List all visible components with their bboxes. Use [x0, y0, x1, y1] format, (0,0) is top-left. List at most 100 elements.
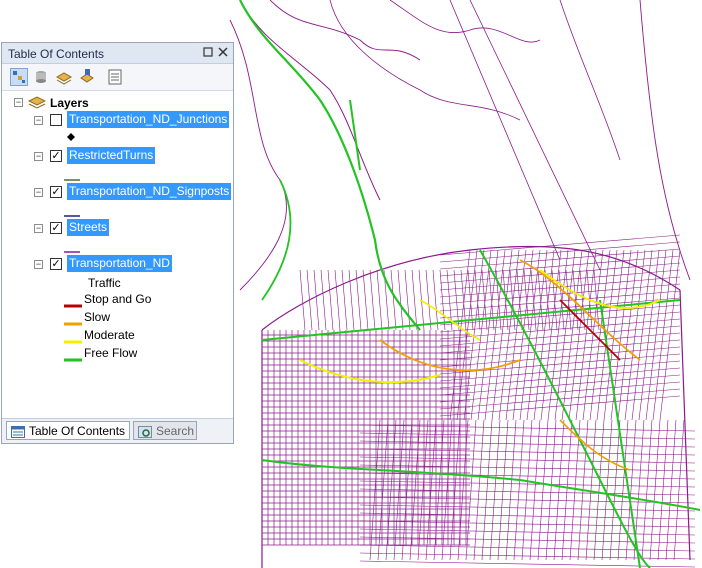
street-segment	[657, 419, 669, 561]
layer-tree: − Layers − Transportation_ND_Junctions −…	[2, 91, 233, 421]
street-segment	[497, 419, 509, 561]
legend-label: Free Flow	[84, 346, 138, 360]
road-path	[469, 0, 601, 271]
street-segment	[359, 544, 696, 552]
collapse-layers-toggle[interactable]: −	[14, 98, 23, 107]
toc-toolbar	[2, 64, 233, 91]
road-path	[261, 179, 292, 301]
street-network	[229, 0, 696, 568]
street-segment	[359, 424, 696, 432]
legend-label: Moderate	[84, 328, 135, 342]
layer-name[interactable]: RestrictedTurns	[67, 147, 156, 164]
street-segment	[425, 269, 432, 331]
road-path	[349, 99, 361, 171]
tab-label: Table Of Contents	[29, 424, 126, 438]
street-segment	[362, 269, 369, 331]
street-segment	[505, 419, 517, 561]
street-segment	[359, 472, 696, 480]
street-segment	[348, 269, 355, 331]
close-icon[interactable]	[217, 46, 229, 58]
layer-name[interactable]: Transportation_ND_Junctions	[67, 111, 230, 128]
tab-search[interactable]: Search	[133, 421, 197, 440]
street-segment	[432, 269, 439, 331]
tab-label: Search	[156, 424, 195, 438]
street-segment	[529, 419, 541, 561]
collapse-toggle[interactable]: −	[34, 188, 43, 197]
street-segment	[673, 419, 685, 561]
collapse-toggle[interactable]: −	[34, 224, 43, 233]
street-segment	[397, 269, 404, 331]
street-segment	[521, 419, 533, 561]
street-segment	[601, 419, 613, 561]
street-segment	[553, 419, 565, 561]
toc-title-bar[interactable]: Table Of Contents	[2, 43, 233, 64]
layer-name[interactable]: Transportation_ND	[67, 255, 172, 272]
layer-name[interactable]: Streets	[67, 219, 110, 236]
street-segment	[404, 269, 411, 331]
street-segment	[320, 269, 327, 331]
layer-checkbox[interactable]: ✓	[50, 186, 62, 198]
legend-swatch	[64, 297, 82, 311]
street-segment	[617, 419, 629, 561]
collapse-toggle[interactable]: −	[34, 116, 43, 125]
table-of-contents-window[interactable]: Table Of Contents − Layers − Transportat…	[1, 42, 234, 444]
street-segment	[341, 269, 348, 331]
layer-checkbox[interactable]: ✓	[50, 258, 62, 270]
road-path	[269, 0, 421, 61]
street-segment	[609, 419, 621, 561]
layer-name[interactable]: Transportation_ND_Signposts	[67, 183, 232, 200]
list-by-source-icon[interactable]	[32, 68, 50, 86]
street-segment	[665, 419, 677, 561]
list-by-selection-icon[interactable]	[78, 68, 96, 86]
restore-icon[interactable]	[202, 46, 214, 58]
road-path	[449, 0, 561, 261]
street-segment	[359, 432, 696, 440]
street-segment	[359, 488, 696, 496]
road-path	[229, 19, 287, 291]
legend-swatch	[64, 333, 82, 347]
search-icon	[138, 425, 152, 438]
road-path	[559, 0, 621, 161]
street-segment	[561, 419, 573, 561]
collapse-toggle[interactable]: −	[34, 152, 43, 161]
street-segment	[439, 269, 446, 331]
street-segment	[641, 419, 653, 561]
toc-tab-bar: Table Of Contents Search	[2, 418, 233, 443]
legend-swatch	[64, 351, 82, 365]
point-symbol-icon	[66, 131, 76, 145]
street-segment	[649, 419, 661, 561]
street-segment	[489, 419, 501, 561]
toc-title: Table Of Contents	[8, 47, 105, 61]
street-segment	[359, 536, 696, 544]
street-segment	[545, 419, 557, 561]
street-segment	[299, 269, 306, 331]
street-segment	[359, 456, 696, 464]
list-by-visibility-icon[interactable]	[55, 68, 73, 86]
layer-checkbox[interactable]: ✓	[50, 150, 62, 162]
road-path	[679, 289, 691, 561]
road-path	[239, 0, 421, 331]
layers-root-label[interactable]: Layers	[50, 96, 89, 110]
street-segment	[359, 448, 696, 456]
street-segment	[359, 504, 696, 512]
street-segment	[376, 269, 383, 331]
layer-checkbox[interactable]	[50, 114, 62, 126]
collapse-toggle[interactable]: −	[34, 260, 43, 269]
street-segment	[313, 269, 320, 331]
street-segment	[334, 269, 341, 331]
options-icon[interactable]	[106, 68, 124, 86]
layer-checkbox[interactable]: ✓	[50, 222, 62, 234]
street-segment	[359, 464, 696, 472]
street-segment	[327, 269, 334, 331]
street-segment	[359, 512, 696, 520]
traffic-heading: Traffic	[88, 276, 121, 290]
street-segment	[537, 419, 549, 561]
street-segment	[359, 528, 696, 536]
table-icon	[11, 425, 25, 438]
list-by-drawing-order-icon[interactable]	[10, 68, 28, 86]
road-path	[329, 0, 521, 121]
street-segment	[513, 419, 525, 561]
tab-table-of-contents[interactable]: Table Of Contents	[6, 421, 130, 440]
legend-label: Stop and Go	[84, 292, 152, 306]
legend-swatch	[64, 315, 82, 329]
